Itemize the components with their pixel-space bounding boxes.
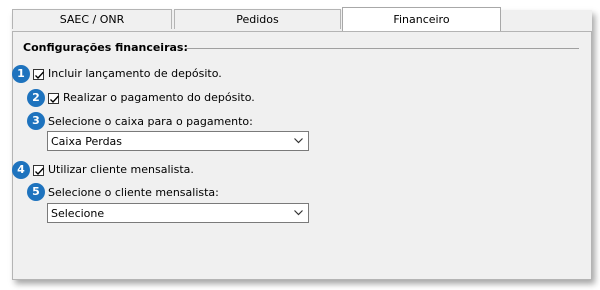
tab-pedidos[interactable]: Pedidos xyxy=(174,9,341,29)
tab-financeiro[interactable]: Financeiro xyxy=(342,7,501,31)
tab-strip: SAEC / ONR Pedidos Financeiro xyxy=(12,7,592,31)
monthly-client-checkbox[interactable] xyxy=(33,165,44,176)
pay-deposit-label: Realizar o pagamento do depósito. xyxy=(63,91,255,104)
cash-select-label: Selecione o caixa para o pagamento: xyxy=(48,115,253,128)
chevron-down-icon xyxy=(294,138,303,144)
checkmark-icon xyxy=(35,71,44,79)
include-deposit-label: Incluir lançamento de depósito. xyxy=(48,67,222,80)
tab-saec-onr[interactable]: SAEC / ONR xyxy=(12,9,172,29)
client-select[interactable]: Selecione xyxy=(47,203,309,223)
tab-label: Financeiro xyxy=(393,13,450,26)
cash-select[interactable]: Caixa Perdas xyxy=(47,131,309,151)
cash-select-value: Caixa Perdas xyxy=(51,135,123,148)
client-select-label: Selecione o cliente mensalista: xyxy=(48,186,219,199)
step-badge-2: 2 xyxy=(27,89,45,107)
step-badge-1: 1 xyxy=(12,65,30,83)
client-select-value: Selecione xyxy=(51,207,105,220)
section-divider xyxy=(185,48,579,49)
checkmark-icon xyxy=(50,95,59,103)
financeiro-panel: Configurações financeiras: 1 Incluir lan… xyxy=(12,31,592,280)
step-badge-4: 4 xyxy=(12,161,30,179)
tab-label: SAEC / ONR xyxy=(59,13,125,26)
section-title: Configurações financeiras: xyxy=(23,41,188,54)
monthly-client-label: Utilizar cliente mensalista. xyxy=(48,163,194,176)
step-badge-5: 5 xyxy=(27,183,45,201)
checkmark-icon xyxy=(35,167,44,175)
pay-deposit-checkbox[interactable] xyxy=(48,93,59,104)
include-deposit-checkbox[interactable] xyxy=(33,69,44,80)
chevron-down-icon xyxy=(294,210,303,216)
tab-label: Pedidos xyxy=(236,13,279,26)
step-badge-3: 3 xyxy=(27,112,45,130)
